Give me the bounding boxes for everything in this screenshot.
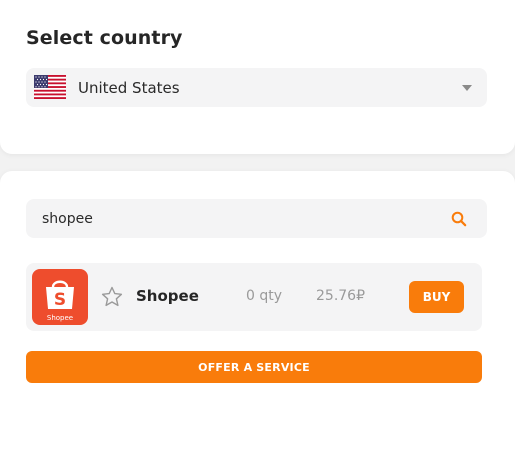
buy-button[interactable]: BUY <box>409 281 464 313</box>
chevron-down-icon <box>462 85 472 91</box>
selected-country-label: United States <box>78 79 180 97</box>
search-input[interactable] <box>42 208 422 230</box>
us-flag-icon <box>34 75 66 99</box>
shopee-logo-text: Shopee <box>47 314 73 322</box>
service-qty: 0 qty <box>246 288 283 304</box>
search-icon[interactable] <box>451 211 467 227</box>
country-card: Select country United States <box>0 0 515 154</box>
country-select[interactable]: United States <box>26 68 487 107</box>
offer-service-button[interactable]: OFFER A SERVICE <box>26 351 482 383</box>
service-name: Shopee <box>136 287 199 305</box>
shopee-logo: S Shopee <box>32 269 88 325</box>
section-title: Select country <box>26 27 183 49</box>
service-row: S Shopee Shopee 0 qty 25.76₽ BUY <box>26 263 482 331</box>
service-price: 25.76₽ <box>316 288 365 304</box>
services-card: S Shopee Shopee 0 qty 25.76₽ BUY OFFER A… <box>0 171 515 454</box>
star-icon[interactable] <box>100 285 124 309</box>
shopee-logo-letter: S <box>54 290 66 310</box>
search-box <box>26 199 487 238</box>
